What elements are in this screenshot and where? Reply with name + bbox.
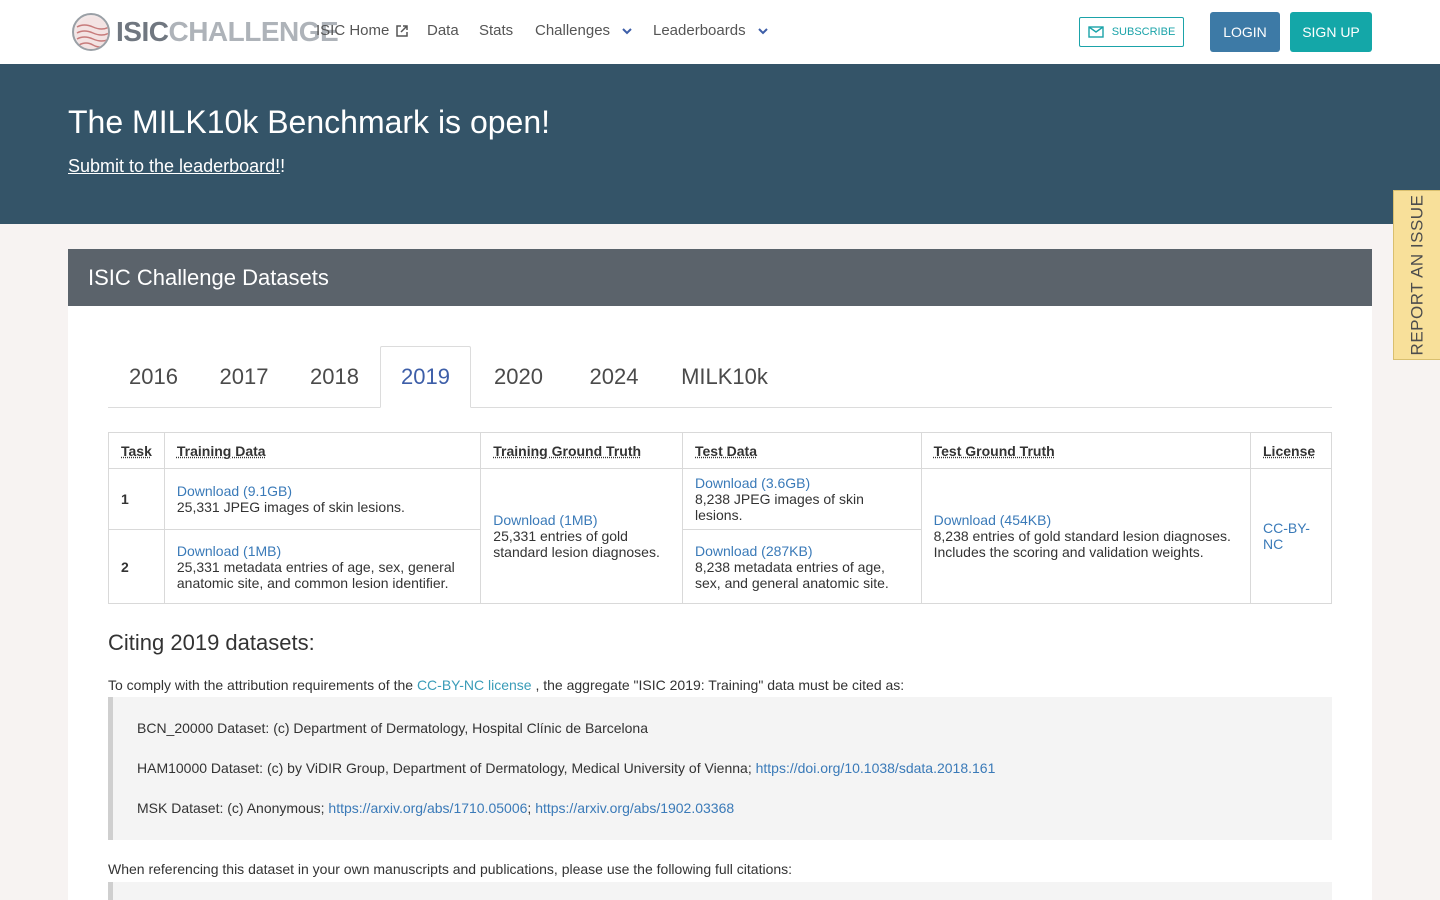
test-data-cell: Download (3.6GB) 8,238 JPEG images of sk… bbox=[682, 468, 922, 530]
training-ground-truth-description: 25,331 entries of gold standard lesion d… bbox=[493, 528, 660, 560]
task-number: 1 bbox=[108, 468, 165, 530]
test-ground-truth-description: 8,238 entries of gold standard lesion di… bbox=[933, 528, 1231, 560]
chevron-down-icon bbox=[622, 27, 632, 34]
mail-icon bbox=[1088, 26, 1104, 38]
tab-2019[interactable]: 2019 bbox=[380, 346, 471, 408]
login-button[interactable]: LOGIN bbox=[1210, 12, 1280, 52]
banner-suffix: ! bbox=[280, 156, 286, 176]
license-cell: CC-BY-NC bbox=[1250, 468, 1332, 604]
nav-leaderboards-dropdown[interactable]: Leaderboards bbox=[653, 22, 770, 39]
bcn-citation-text: BCN_20000 Dataset: (c) Department of Der… bbox=[137, 720, 648, 736]
msk-arxiv-link-2[interactable]: https://arxiv.org/abs/1902.03368 bbox=[535, 800, 734, 816]
citation-line: HAM10000 Dataset: (c) by ViDIR Group, De… bbox=[137, 759, 1308, 777]
full-citations-blockquote bbox=[108, 882, 1332, 900]
attribution-blockquote: BCN_20000 Dataset: (c) Department of Der… bbox=[108, 697, 1332, 840]
test-ground-truth-download-link[interactable]: Download (454KB) bbox=[934, 512, 1238, 528]
test-images-description: 8,238 JPEG images of skin lesions. bbox=[695, 491, 864, 523]
ham-doi-link[interactable]: https://doi.org/10.1038/sdata.2018.161 bbox=[756, 760, 996, 776]
subscribe-button[interactable]: SUBSCRIBE bbox=[1079, 17, 1184, 47]
training-data-cell: Download (1MB) 25,331 metadata entries o… bbox=[163, 529, 482, 604]
citation-line: BCN_20000 Dataset: (c) Department of Der… bbox=[137, 719, 1308, 737]
training-metadata-description: 25,331 metadata entries of age, sex, gen… bbox=[176, 558, 455, 591]
datasets-table: Task Training Data Training Ground Truth… bbox=[108, 432, 1332, 604]
citation-line: MSK Dataset: (c) Anonymous; https://arxi… bbox=[137, 799, 1308, 817]
nav-isic-home[interactable]: ISIC Home bbox=[316, 22, 409, 39]
top-navbar: ISICCHALLENGE ISIC Home Data Stats Chall… bbox=[0, 0, 1440, 64]
col-header-training-data: Training Data bbox=[163, 432, 482, 469]
external-link-icon bbox=[396, 24, 409, 37]
datasets-card-header: ISIC Challenge Datasets bbox=[68, 249, 1372, 306]
msk-citation-text: MSK Dataset: (c) Anonymous; bbox=[137, 800, 325, 816]
year-tabs: 2016 2017 2018 2019 2020 2024 MILK10k bbox=[108, 346, 1332, 408]
citing-intro-before: To comply with the attribution requireme… bbox=[108, 677, 414, 693]
nav-stats-label: Stats bbox=[479, 22, 514, 39]
nav-leaderboards-label: Leaderboards bbox=[653, 22, 746, 39]
training-images-download-link[interactable]: Download (9.1GB) bbox=[177, 483, 468, 499]
nav-challenges-label: Challenges bbox=[535, 22, 611, 39]
subscribe-label: SUBSCRIBE bbox=[1111, 26, 1176, 38]
msk-separator: ; bbox=[527, 800, 532, 816]
isic-logo-mark-icon bbox=[72, 13, 110, 51]
sign-up-label: SIGN UP bbox=[1302, 24, 1360, 40]
training-data-cell: Download (9.1GB) 25,331 JPEG images of s… bbox=[163, 468, 482, 530]
tab-2017[interactable]: 2017 bbox=[199, 346, 289, 408]
datasets-card-title: ISIC Challenge Datasets bbox=[88, 265, 329, 290]
login-label: LOGIN bbox=[1223, 24, 1267, 40]
col-header-task: Task bbox=[108, 432, 165, 469]
col-header-training-ground-truth: Training Ground Truth bbox=[480, 432, 683, 469]
training-images-description: 25,331 JPEG images of skin lesions. bbox=[176, 499, 405, 515]
nav-isic-home-label: ISIC Home bbox=[316, 22, 390, 39]
license-link[interactable]: CC-BY-NC bbox=[1263, 520, 1310, 552]
sign-up-button[interactable]: SIGN UP bbox=[1290, 12, 1372, 52]
col-header-license: License bbox=[1250, 432, 1332, 469]
tab-2020[interactable]: 2020 bbox=[471, 346, 566, 408]
nav-data-label: Data bbox=[427, 22, 459, 39]
table-header-row: Task Training Data Training Ground Truth… bbox=[108, 432, 1332, 469]
cc-by-nc-license-link[interactable]: CC-BY-NC license bbox=[417, 677, 532, 693]
datasets-card-body: 2016 2017 2018 2019 2020 2024 MILK10k Ta… bbox=[68, 306, 1372, 900]
nav-stats[interactable]: Stats bbox=[479, 22, 513, 39]
tab-2016[interactable]: 2016 bbox=[108, 346, 199, 408]
report-issue-tab[interactable]: REPORT AN ISSUE bbox=[1393, 190, 1440, 360]
tab-2018[interactable]: 2018 bbox=[289, 346, 380, 408]
ham-citation-text: HAM10000 Dataset: (c) by ViDIR Group, De… bbox=[137, 760, 752, 776]
task-number: 2 bbox=[108, 529, 165, 604]
report-issue-label: REPORT AN ISSUE bbox=[1407, 194, 1427, 356]
training-ground-truth-cell: Download (1MB) 25,331 entries of gold st… bbox=[480, 468, 683, 604]
full-citations-intro: When referencing this dataset in your ow… bbox=[108, 861, 793, 877]
nav-challenges-dropdown[interactable]: Challenges bbox=[535, 22, 634, 39]
table-row: 1 Download (9.1GB) 25,331 JPEG images of… bbox=[108, 468, 1332, 604]
col-header-test-data: Test Data bbox=[682, 432, 922, 469]
citing-intro-after: , the aggregate "ISIC 2019: Training" da… bbox=[535, 677, 905, 693]
logo-isic-text: ISIC bbox=[116, 16, 169, 47]
banner-link-line: Submit to the leaderboard!! bbox=[68, 156, 285, 177]
chevron-down-icon bbox=[757, 27, 768, 34]
logo-challenge-text: CHALLENGE bbox=[168, 16, 339, 47]
test-metadata-description: 8,238 metadata entries of age, sex, and … bbox=[695, 558, 889, 591]
citing-intro: To comply with the attribution requireme… bbox=[108, 677, 904, 693]
announcement-banner: The MILK10k Benchmark is open! Submit to… bbox=[0, 64, 1440, 224]
training-metadata-download-link[interactable]: Download (1MB) bbox=[177, 543, 468, 559]
test-metadata-download-link[interactable]: Download (287KB) bbox=[695, 543, 909, 559]
citing-section-title: Citing 2019 datasets: bbox=[108, 630, 315, 655]
logo-wordmark: ISICCHALLENGE bbox=[116, 16, 339, 48]
banner-title: The MILK10k Benchmark is open! bbox=[68, 104, 551, 140]
training-ground-truth-download-link[interactable]: Download (1MB) bbox=[493, 512, 670, 528]
isic-challenge-logo[interactable]: ISICCHALLENGE bbox=[72, 12, 339, 52]
test-data-cell: Download (287KB) 8,238 metadata entries … bbox=[682, 529, 922, 604]
tab-milk10k[interactable]: MILK10k bbox=[662, 346, 787, 408]
test-images-download-link[interactable]: Download (3.6GB) bbox=[695, 475, 909, 491]
test-ground-truth-cell: Download (454KB) 8,238 entries of gold s… bbox=[920, 468, 1252, 604]
tab-2024[interactable]: 2024 bbox=[566, 346, 662, 408]
submit-leaderboard-link[interactable]: Submit to the leaderboard! bbox=[68, 156, 280, 176]
msk-arxiv-link-1[interactable]: https://arxiv.org/abs/1710.05006 bbox=[328, 800, 527, 816]
nav-data[interactable]: Data bbox=[427, 22, 459, 39]
col-header-test-ground-truth: Test Ground Truth bbox=[920, 432, 1252, 469]
